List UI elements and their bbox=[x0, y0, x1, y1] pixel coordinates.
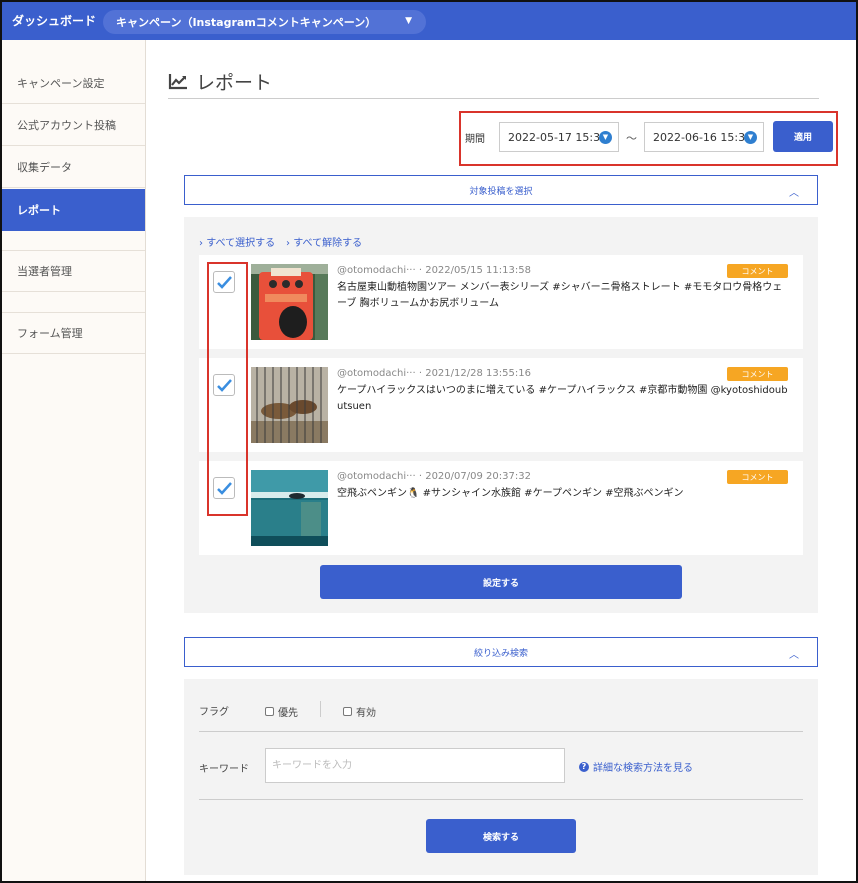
sidebar-item-label: 公式アカウント投稿 bbox=[17, 118, 116, 132]
post-author[interactable]: @otomodachi··· bbox=[337, 265, 416, 276]
comment-badge: コメント bbox=[727, 367, 788, 381]
post-text: ケープハイラックスはいつのまに増えている #ケープハイラックス #京都市動物園 … bbox=[337, 385, 788, 412]
chevron-down-icon: ▼ bbox=[599, 131, 612, 144]
post-author-line: @otomodachi··· · 2021/12/28 13:55:16 bbox=[337, 368, 531, 379]
search-help-label: 詳細な検索方法を見る bbox=[593, 763, 693, 774]
post-author[interactable]: @otomodachi··· bbox=[337, 368, 416, 379]
sidebar-item-label: キャンペーン設定 bbox=[17, 76, 105, 90]
campaign-select-value: キャンペーン（Instagramコメントキャンペーン） bbox=[116, 16, 377, 29]
page-title: レポート bbox=[168, 68, 272, 95]
sidebar-item-collected-data[interactable]: 収集データ bbox=[0, 146, 145, 188]
post-text: 空飛ぶペンギン🐧 #サンシャイン水族館 #ケープペンギン #空飛ぶペンギン bbox=[337, 488, 684, 499]
period-label: 期間 bbox=[465, 134, 485, 145]
post-text: 名古屋東山動植物園ツアー メンバー表シリーズ #シャバーニ骨格ストレート #モモ… bbox=[337, 282, 783, 309]
filter-accordion[interactable]: 絞り込み検索 ︿ bbox=[184, 637, 818, 667]
flag-label: フラグ bbox=[199, 707, 229, 718]
sidebar-item-campaign-settings[interactable]: キャンペーン設定 bbox=[0, 62, 145, 104]
target-posts-accordion[interactable]: 対象投稿を選択 ︿ bbox=[184, 175, 818, 205]
flag-active-checkbox[interactable]: 有効 bbox=[343, 704, 376, 719]
chevron-down-icon: ▼ bbox=[744, 131, 757, 144]
sidebar-item-report[interactable]: レポート bbox=[0, 189, 145, 231]
keyword-label: キーワード bbox=[199, 764, 249, 775]
start-date-picker[interactable]: 2022-05-17 15:35 ▼ bbox=[499, 122, 619, 152]
sidebar-item-label: 収集データ bbox=[17, 160, 72, 174]
post-datetime: · 2020/07/09 20:37:32 bbox=[418, 471, 531, 482]
search-button[interactable]: 検索する bbox=[426, 819, 576, 853]
post-card: @otomodachi··· · 2020/07/09 20:37:32 コメン… bbox=[199, 461, 803, 555]
dashboard-link[interactable]: ダッシュボード bbox=[12, 12, 102, 29]
end-date-value: 2022-06-16 15:35 bbox=[653, 130, 753, 144]
post-card: @otomodachi··· · 2022/05/15 11:13:58 コメン… bbox=[199, 255, 803, 349]
sidebar: キャンペーン設定 公式アカウント投稿 収集データ レポート 当選者管理 フォーム… bbox=[0, 40, 146, 883]
deselect-all-link[interactable]: › すべて解除する bbox=[286, 234, 362, 249]
filter-divider bbox=[199, 799, 803, 800]
caret-down-icon: ▼ bbox=[405, 16, 412, 26]
filter-divider bbox=[199, 731, 803, 732]
end-date-picker[interactable]: 2022-06-16 15:35 ▼ bbox=[644, 122, 764, 152]
checkbox-box bbox=[343, 707, 352, 716]
select-all-label: すべて選択する bbox=[206, 238, 276, 249]
flag-divider bbox=[320, 701, 321, 717]
post-datetime: · 2022/05/15 11:13:58 bbox=[418, 265, 531, 276]
checkbox-highlight-box bbox=[207, 262, 248, 516]
flag-priority-checkbox[interactable]: 優先 bbox=[265, 704, 298, 719]
comment-badge: コメント bbox=[727, 264, 788, 278]
target-posts-header: 対象投稿を選択 bbox=[469, 186, 533, 197]
flag-priority-label: 優先 bbox=[278, 708, 298, 719]
sidebar-item-winners[interactable]: 当選者管理 bbox=[0, 250, 145, 292]
comment-badge: コメント bbox=[727, 470, 788, 484]
question-icon: ? bbox=[579, 761, 589, 772]
post-card: @otomodachi··· · 2021/12/28 13:55:16 コメン… bbox=[199, 358, 803, 452]
sidebar-item-forms[interactable]: フォーム管理 bbox=[0, 312, 145, 354]
chevron-up-icon: ︿ bbox=[789, 188, 799, 199]
post-thumbnail bbox=[251, 367, 328, 443]
post-author-line: @otomodachi··· · 2020/07/09 20:37:32 bbox=[337, 471, 531, 482]
sidebar-item-label: フォーム管理 bbox=[17, 326, 83, 340]
campaign-select[interactable]: キャンペーン（Instagramコメントキャンペーン） ▼ bbox=[103, 10, 426, 34]
flag-active-label: 有効 bbox=[356, 708, 376, 719]
post-author[interactable]: @otomodachi··· bbox=[337, 471, 416, 482]
sidebar-item-official-posts[interactable]: 公式アカウント投稿 bbox=[0, 104, 145, 146]
title-divider bbox=[168, 98, 819, 99]
page-title-text: レポート bbox=[196, 72, 273, 94]
post-datetime: · 2021/12/28 13:55:16 bbox=[418, 368, 531, 379]
checkbox-box bbox=[265, 707, 274, 716]
chevron-up-icon: ︿ bbox=[789, 650, 799, 661]
filter-header: 絞り込み検索 bbox=[473, 648, 528, 659]
post-author-line: @otomodachi··· · 2022/05/15 11:13:58 bbox=[337, 265, 531, 276]
select-all-link[interactable]: › すべて選択する bbox=[199, 234, 275, 249]
chart-line-icon bbox=[168, 74, 187, 90]
period-separator: 〜 bbox=[626, 132, 637, 145]
post-thumbnail bbox=[251, 470, 328, 546]
apply-button[interactable]: 適用 bbox=[773, 121, 833, 152]
set-button[interactable]: 設定する bbox=[320, 565, 682, 599]
start-date-value: 2022-05-17 15:35 bbox=[508, 130, 608, 144]
keyword-input[interactable] bbox=[265, 748, 565, 783]
search-help-link[interactable]: ? 詳細な検索方法を見る bbox=[579, 759, 693, 774]
deselect-all-label: すべて解除する bbox=[293, 238, 363, 249]
sidebar-item-label: 当選者管理 bbox=[17, 264, 72, 278]
post-thumbnail bbox=[251, 264, 328, 340]
sidebar-item-label: レポート bbox=[17, 204, 61, 217]
top-bar: ダッシュボード キャンペーン（Instagramコメントキャンペーン） ▼ bbox=[0, 0, 858, 40]
